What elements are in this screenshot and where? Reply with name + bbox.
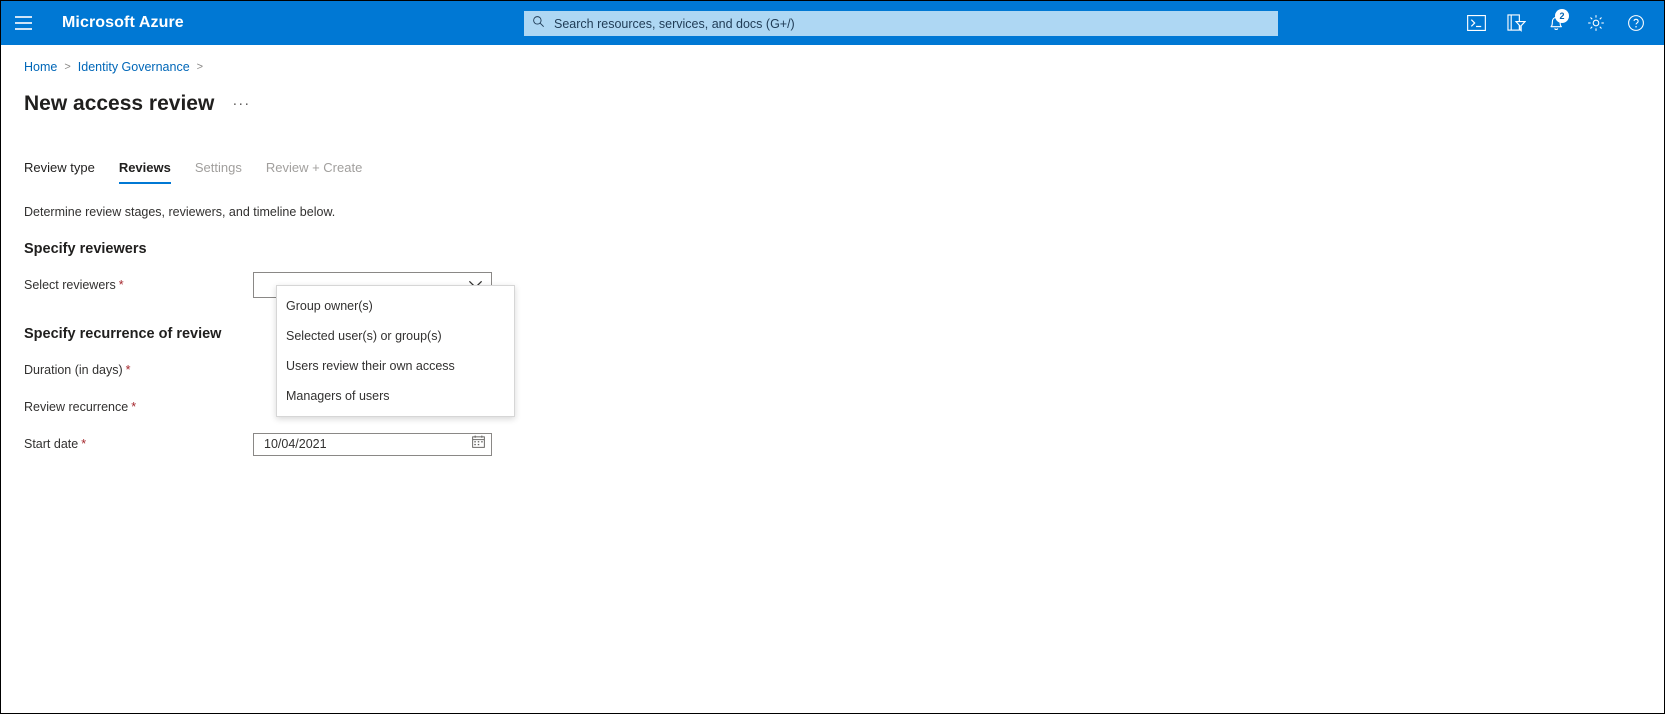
label-text: Start date [24, 437, 79, 451]
label-select-reviewers: Select reviewers * [24, 278, 253, 292]
dropdown-option-managers-of-users[interactable]: Managers of users [277, 381, 514, 411]
chevron-right-icon: > [196, 61, 204, 73]
help-question-icon[interactable] [1616, 1, 1656, 45]
tab-settings[interactable]: Settings [183, 160, 254, 184]
start-date-field[interactable] [253, 432, 492, 456]
start-date-input[interactable] [262, 433, 472, 455]
required-asterisk: * [118, 278, 124, 292]
section-heading-specify-recurrence: Specify recurrence of review [24, 326, 222, 342]
hamburger-bar [14, 28, 32, 30]
tab-reviews[interactable]: Reviews [107, 160, 183, 184]
field-start-date: Start date * [24, 430, 1664, 458]
required-asterisk: * [125, 363, 131, 377]
brand-title[interactable]: Microsoft Azure [62, 14, 184, 32]
access-review-form: Specify reviewers Select reviewers * Spe… [24, 241, 1664, 458]
control-start-date [253, 432, 492, 456]
dropdown-option-group-owners[interactable]: Group owner(s) [277, 291, 514, 321]
label-review-recurrence: Review recurrence * [24, 400, 253, 414]
label-text: Duration (in days) [24, 363, 123, 377]
required-asterisk: * [81, 437, 87, 451]
label-text: Select reviewers [24, 278, 116, 292]
title-row: New access review ··· [24, 84, 1664, 114]
dropdown-option-users-review-own-access[interactable]: Users review their own access [277, 351, 514, 381]
wizard-tabs: Review type Reviews Settings Review + Cr… [24, 154, 1664, 184]
search-icon [532, 15, 545, 33]
field-duration-in-days: Duration (in days) * [24, 356, 1664, 384]
breadcrumb: Home > Identity Governance > [24, 58, 1664, 76]
hamburger-bar [14, 22, 32, 24]
breadcrumb-item-identity-governance[interactable]: Identity Governance [78, 60, 190, 74]
breadcrumb-item-home[interactable]: Home [24, 60, 57, 74]
required-asterisk: * [131, 400, 137, 414]
notifications-bell-icon[interactable]: 2 [1536, 1, 1576, 45]
cloud-shell-icon[interactable] [1456, 1, 1496, 45]
hamburger-bar [14, 16, 32, 18]
tab-review-type[interactable]: Review type [24, 160, 107, 184]
settings-gear-icon[interactable] [1576, 1, 1616, 45]
azure-portal-window: Microsoft Azure Search resources, servic… [0, 0, 1665, 714]
more-actions-button[interactable]: ··· [232, 96, 250, 114]
search-input[interactable] [552, 11, 1270, 36]
notification-badge: 2 [1555, 9, 1569, 23]
page-content: Home > Identity Governance > New access … [1, 58, 1664, 458]
global-header: Microsoft Azure Search resources, servic… [1, 1, 1664, 45]
field-select-reviewers: Select reviewers * [24, 271, 1664, 299]
label-duration-in-days: Duration (in days) * [24, 363, 253, 377]
directories-filter-icon[interactable] [1496, 1, 1536, 45]
global-search[interactable] [524, 11, 1278, 36]
header-icon-group: 2 [1456, 1, 1664, 45]
page-title: New access review [24, 92, 215, 115]
chevron-right-icon: > [64, 61, 71, 73]
hamburger-icon[interactable] [1, 1, 45, 45]
label-start-date: Start date * [24, 437, 253, 451]
dropdown-option-selected-users-or-groups[interactable]: Selected user(s) or group(s) [277, 321, 514, 351]
section-heading-specify-reviewers: Specify reviewers [24, 241, 147, 257]
tab-review-create[interactable]: Review + Create [254, 160, 374, 184]
field-review-recurrence: Review recurrence * [24, 393, 1664, 421]
select-reviewers-dropdown-list: Group owner(s) Selected user(s) or group… [276, 285, 515, 417]
label-text: Review recurrence [24, 400, 129, 414]
calendar-icon[interactable] [472, 435, 485, 453]
page-description: Determine review stages, reviewers, and … [24, 205, 336, 219]
